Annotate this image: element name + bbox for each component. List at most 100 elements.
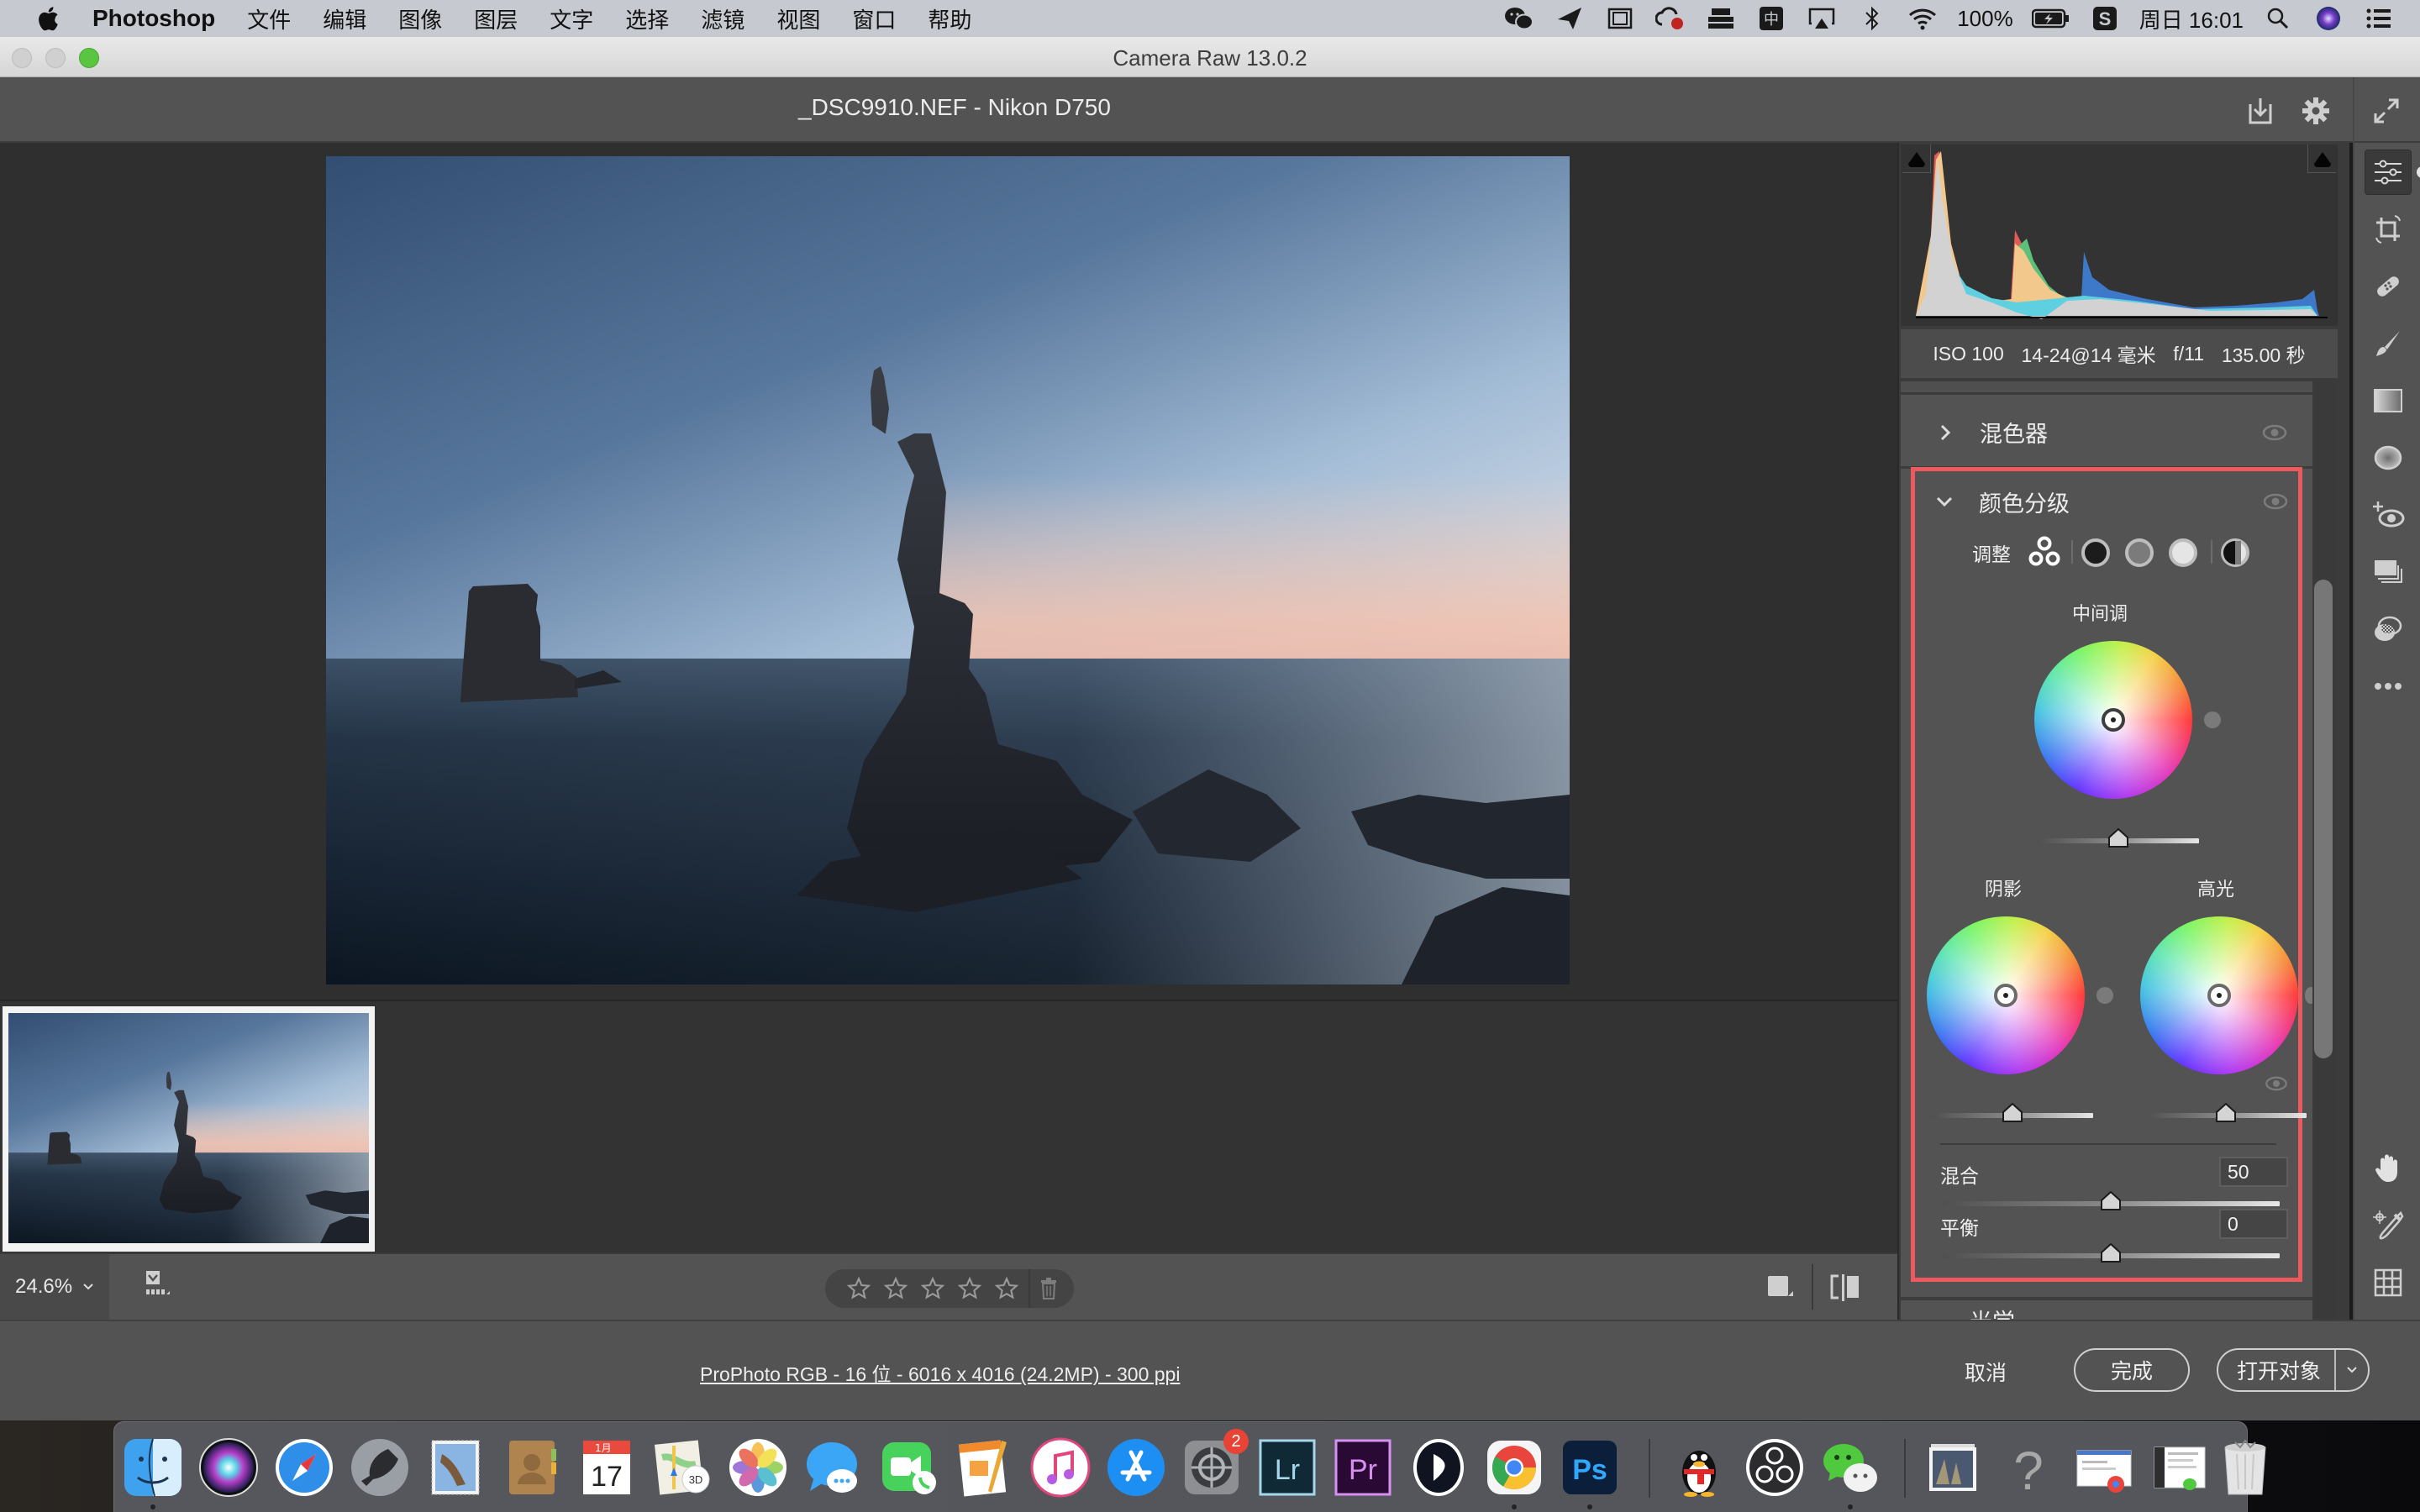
dock-icon[interactable] xyxy=(1705,6,1737,31)
dock-infuse-icon[interactable] xyxy=(1407,1436,1470,1499)
battery-icon[interactable] xyxy=(2031,6,2070,31)
dock-mail-icon[interactable] xyxy=(424,1436,487,1499)
menu-help[interactable]: 帮助 xyxy=(928,3,971,34)
siri-icon[interactable] xyxy=(2312,6,2344,31)
midtones-wheel-handle[interactable] xyxy=(2102,708,2125,732)
dock-finder-icon[interactable] xyxy=(121,1436,185,1499)
midtones-color-wheel[interactable] xyxy=(2034,641,2192,799)
spotlight-search-icon[interactable] xyxy=(2262,6,2294,31)
red-eye-icon[interactable] xyxy=(2365,492,2412,538)
dock-calendar-icon[interactable]: 1月 17 xyxy=(575,1436,639,1499)
blending-input[interactable]: 50 xyxy=(2219,1157,2288,1187)
dock-contacts-icon[interactable] xyxy=(499,1436,563,1499)
dock-app-store-icon[interactable] xyxy=(1104,1436,1168,1499)
dock-maps-icon[interactable]: 3D xyxy=(650,1436,714,1499)
highlights-wheel-handle[interactable] xyxy=(2207,984,2231,1007)
shadows-color-wheel[interactable] xyxy=(1927,916,2085,1074)
delete-trash-icon[interactable] xyxy=(1030,1270,1067,1307)
input-method-icon[interactable]: 中 xyxy=(1755,6,1787,31)
spot-removal-icon[interactable] xyxy=(2365,264,2412,309)
shadows-saturation-handle[interactable] xyxy=(2096,987,2113,1004)
filmstrip-options-icon[interactable] xyxy=(143,1269,180,1306)
dock-wechat-window-icon[interactable] xyxy=(2148,1436,2212,1499)
balance-slider-thumb[interactable] xyxy=(2100,1242,2122,1263)
dock-chrome-window-icon[interactable] xyxy=(2072,1436,2136,1499)
before-after-icon[interactable] xyxy=(1828,1273,1862,1303)
dock-facetime-icon[interactable] xyxy=(877,1436,941,1499)
notification-center-icon[interactable] xyxy=(2363,6,2395,31)
rating-star-3[interactable] xyxy=(914,1270,951,1307)
rating-star-4[interactable] xyxy=(951,1270,988,1307)
menu-image[interactable]: 图像 xyxy=(398,3,442,34)
shadows-luminance-thumb[interactable] xyxy=(2002,1102,2023,1123)
app-menu[interactable]: Photoshop xyxy=(92,5,215,32)
open-object-button[interactable]: 打开对象 xyxy=(2217,1348,2370,1392)
midtones-saturation-handle[interactable] xyxy=(2204,711,2221,728)
done-button[interactable]: 完成 xyxy=(2074,1348,2190,1392)
balance-input[interactable]: 0 xyxy=(2219,1209,2288,1239)
filmstrip-thumbnail[interactable] xyxy=(3,1006,375,1252)
dock-pages-icon[interactable] xyxy=(953,1436,1017,1499)
adjustment-brush-icon[interactable] xyxy=(2365,321,2412,366)
wifi-icon[interactable] xyxy=(1907,6,1939,31)
apple-menu-icon[interactable] xyxy=(32,3,64,34)
creative-cloud-icon[interactable] xyxy=(1655,6,1686,31)
zoom-level-dropdown[interactable]: 24.6% xyxy=(0,1254,109,1320)
section-optics[interactable]: 光学 xyxy=(1901,1300,2312,1320)
toggle-view-icon[interactable] xyxy=(1765,1273,1795,1303)
toggle-overlay-eye-icon[interactable] xyxy=(2265,1076,2288,1091)
highlights-mode-icon[interactable] xyxy=(2169,538,2197,567)
highlights-color-wheel[interactable] xyxy=(2140,916,2298,1074)
midtones-luminance-thumb[interactable] xyxy=(2107,827,2129,848)
visibility-eye-icon[interactable] xyxy=(2263,493,2288,510)
section-color-grading[interactable]: 颜色分级 xyxy=(1915,471,2298,532)
presets-icon[interactable] xyxy=(2365,606,2412,652)
rating-star-5[interactable] xyxy=(988,1270,1025,1307)
snapshots-icon[interactable] xyxy=(2365,549,2412,595)
window-icon[interactable] xyxy=(1604,6,1636,31)
dock-siri-icon[interactable] xyxy=(197,1436,260,1499)
wechat-icon[interactable] xyxy=(1503,6,1535,31)
highlights-luminance-thumb[interactable] xyxy=(2215,1102,2237,1123)
dock-chrome-icon[interactable] xyxy=(1482,1436,1546,1499)
blending-slider-thumb[interactable] xyxy=(2100,1190,2122,1211)
menu-select[interactable]: 选择 xyxy=(625,3,669,34)
dock-messages-icon[interactable] xyxy=(802,1436,865,1499)
dock-trash-icon[interactable] xyxy=(2220,1436,2270,1499)
global-mode-icon[interactable] xyxy=(2221,538,2249,567)
save-image-icon[interactable] xyxy=(2242,92,2279,129)
fullscreen-icon[interactable] xyxy=(2368,92,2405,129)
highlights-saturation-handle[interactable] xyxy=(2305,987,2312,1004)
dock-photoshop-icon[interactable]: Ps xyxy=(1558,1436,1622,1499)
dock-itunes-icon[interactable] xyxy=(1028,1436,1092,1499)
three-way-icon[interactable] xyxy=(2028,535,2061,569)
menu-edit[interactable]: 编辑 xyxy=(323,3,366,34)
settings-gear-icon[interactable] xyxy=(2297,92,2334,129)
menu-window[interactable]: 窗口 xyxy=(852,3,896,34)
graduated-filter-icon[interactable] xyxy=(2365,378,2412,423)
dock-obs-icon[interactable] xyxy=(1743,1436,1807,1499)
color-sampler-icon[interactable] xyxy=(2365,1203,2412,1248)
cancel-button[interactable]: 取消 xyxy=(1965,1357,2007,1387)
shadows-mode-icon[interactable] xyxy=(2081,538,2110,567)
grid-overlay-icon[interactable] xyxy=(2365,1260,2412,1305)
hand-icon[interactable] xyxy=(2365,1146,2412,1191)
more-options-icon[interactable] xyxy=(2365,664,2412,709)
panel-scrollbar-thumb[interactable] xyxy=(2314,580,2333,1058)
dock-image-stack-icon[interactable] xyxy=(1921,1436,1985,1499)
edit-icon[interactable] xyxy=(2365,150,2412,195)
dock-photos-icon[interactable] xyxy=(726,1436,790,1499)
s-app-icon[interactable]: S xyxy=(2089,6,2121,31)
menu-filter[interactable]: 滤镜 xyxy=(701,3,744,34)
midtones-mode-icon[interactable] xyxy=(2125,538,2154,567)
menu-file[interactable]: 文件 xyxy=(247,3,291,34)
main-photo[interactable] xyxy=(326,156,1570,984)
panel-scrollbar[interactable] xyxy=(2314,381,2334,1320)
menu-view[interactable]: 视图 xyxy=(776,3,820,34)
clock[interactable]: 周日 16:01 xyxy=(2139,3,2244,34)
section-mixer[interactable]: 混色器 xyxy=(1901,398,2312,469)
dock-qq-icon[interactable] xyxy=(1667,1436,1731,1499)
menu-layer[interactable]: 图层 xyxy=(474,3,518,34)
dock-premiere-icon[interactable]: Pr xyxy=(1331,1436,1395,1499)
rating-star-2[interactable] xyxy=(877,1270,914,1307)
